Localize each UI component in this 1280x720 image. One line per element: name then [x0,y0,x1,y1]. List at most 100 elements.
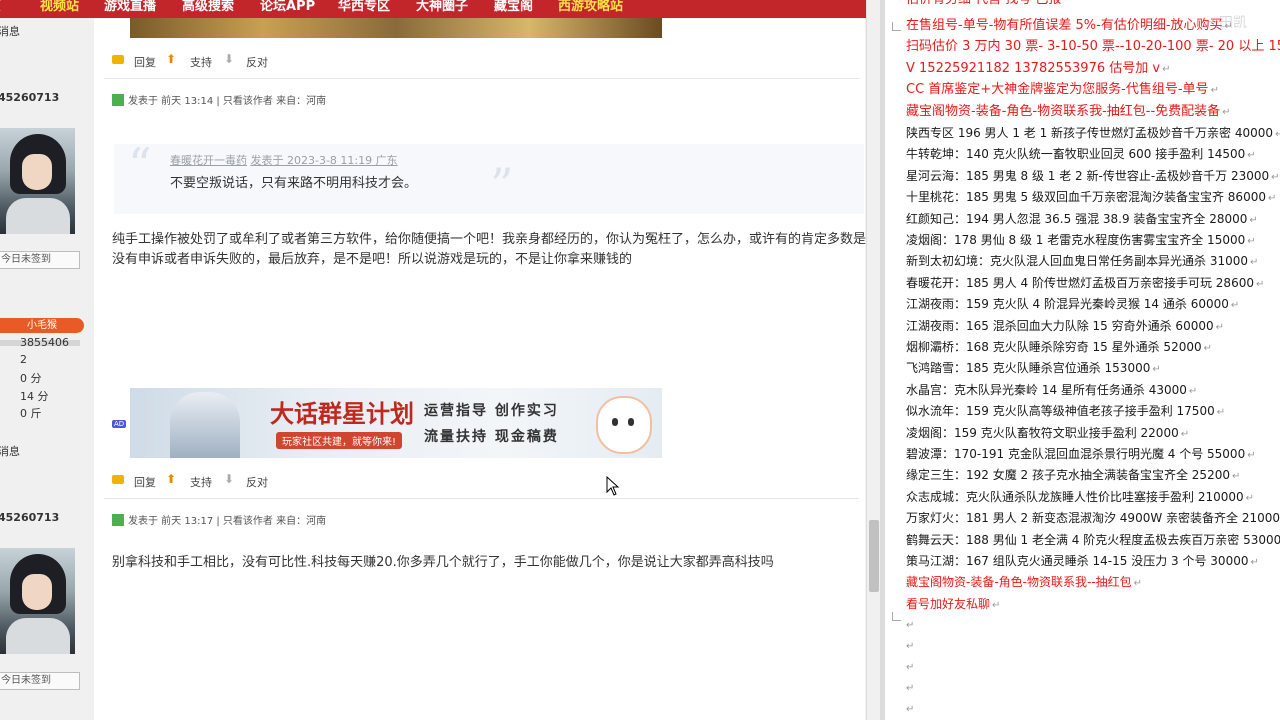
doc-line: CC 首席鉴定+大神金牌鉴定为您服务-代售组号-单号 ↵ [906,80,1219,101]
ad-character-image [170,392,240,458]
arrow-down-icon[interactable]: ⬇ [224,472,234,486]
post-meta: 发表于 前天 13:14 | 只看该作者 来自：河南 [112,92,326,107]
nav-item-cangbaoge[interactable]: 藏宝阁 [494,0,533,14]
arrow-down-icon[interactable]: ⬇ [224,52,234,66]
paragraph-mark: ↵ [1247,236,1256,247]
user-stat-points: 3855406 [20,336,69,349]
post-body: 纯手工操作被处罚了或牟利了或者第三方软件，给你随便搞一个吧！我亲身都经历的，你认… [112,232,867,267]
doc-line-text: 藏宝阁物资-装备-角色-物资联系我-抽红包--免费配装备 [906,103,1221,119]
paragraph-mark: ↵ [1255,278,1265,290]
doc-line-text: 扫码估价 3 万内 30 票- 3-10-50 票--10-20-100 票- … [906,39,1280,55]
doc-line-text: 藏宝阁物资-装备-角色-物资联系我--抽红包 [906,575,1132,590]
checkin-button[interactable]: 今日未签到 [0,672,80,690]
doc-line: 扫码估价 3 万内 30 票- 3-10-50 票--10-20-100 票- … [906,37,1280,58]
quote-date[interactable]: 发表于 2023-3-8 11:19 广东 [251,154,398,167]
arrow-up-icon[interactable]: ⬆ [166,472,176,486]
doc-line-text: 万家灯火：181 男人 2 新变态混淑淘汐 4900W 亲密装备齐全 21000… [906,511,1280,526]
nav-item-search[interactable]: 高级搜索 [182,0,234,14]
quote-block: “ 春暖花开一毒药 发表于 2023-3-8 11:19 广东 不要空叛说话，只… [114,138,864,214]
message-link[interactable]: 消息 [0,443,20,459]
doc-line: 在售组号-单号-物有所值误差 5%-有估价明细-放心购买 ↵ [906,16,1233,37]
nav-item-home[interactable]: 页 [0,0,1,14]
doc-line-text: 星河云海：185 男鬼 8 级 1 老 2 新-传世容止-孟极妙音千万 2300… [906,168,1270,183]
doc-line: 春暖花开：185 男人 4 阶传世燃灯孟极百万亲密接手可玩 28600 ↵ [906,273,1264,295]
doc-line: 凌烟阁：159 克火队畜牧符文职业接手盈利 22000 ↵ [906,423,1189,445]
paragraph-mark: ↵ [1247,150,1256,162]
post-action-bar: 回复 ⬆ 支持 ⬇ 反对 [112,52,312,70]
support-label[interactable]: 支持 [190,474,212,490]
nav-item-app[interactable]: 论坛APP [260,0,315,14]
paragraph-mark: ↵ [906,620,915,631]
top-banner-image[interactable] [130,18,662,38]
arrow-up-icon[interactable]: ⬆ [166,52,176,66]
doc-line: 红颜知己：194 男人忽混 36.5 强混 38.9 装备宝宝齐全 28000 ↵ [906,209,1258,231]
paragraph-mark: ↵ [906,641,915,652]
reply-label[interactable]: 回复 [134,474,156,490]
quote-close-icon: ” [490,158,514,212]
avatar[interactable] [0,128,75,234]
paragraph-mark: ↵ [1250,557,1259,568]
paragraph-mark: ↵ [1230,300,1240,312]
support-label[interactable]: 支持 [190,54,212,70]
doc-header-line: 估价有劳细 代售 找号 已报 [906,0,1061,10]
paragraph-mark: ↵ [1222,106,1231,118]
doc-line: 江湖夜雨：159 克火队 4 阶混异光秦岭灵猴 14 通杀 60000 ↵ [906,294,1239,316]
vertical-scrollbar[interactable] [866,0,880,720]
nav-item-live[interactable]: 游戏直播 [104,0,156,14]
doc-line: 看号加好友私聊 ↵ [906,594,1000,616]
user-stat-credit: 0 分 [20,372,42,385]
message-link[interactable]: 消息 [0,23,20,39]
nav-item-guide[interactable]: 西游攻略站 [558,0,623,14]
user-uid: 45260713 [0,91,60,104]
scrollbar-thumb[interactable] [869,520,879,592]
doc-line: 策马江湖：167 组队克火通灵睡杀 14-15 没压力 3 个号 30000 ↵ [906,551,1259,573]
paragraph-mark: ↵ [1249,214,1258,226]
doc-line: 星河云海：185 男鬼 8 级 1 老 2 新-传世容止-孟极妙音千万 2300… [906,166,1280,188]
ad-mascot-image [596,396,652,454]
doc-line-text: 策马江湖：167 组队克火通灵睡杀 14-15 没压力 3 个号 30000 [906,554,1249,568]
doc-line: 藏宝阁物资-装备-角色-物资联系我--抽红包 ↵ [906,572,1142,594]
doc-line: 水晶宫：克木队异光秦岭 14 星所有任务通杀 43000 ↵ [906,380,1197,402]
doc-line: 牛转乾坤：140 克火队统一畜牧职业回灵 600 接手盈利 14500 ↵ [906,144,1256,166]
paragraph-mark: ↵ [1152,364,1161,376]
nav-item-circle[interactable]: 大神圈子 [416,0,468,14]
forum-pane: 页 视频站 游戏直播 高级搜索 论坛APP 华西专区 大神圈子 藏宝阁 西游攻略… [0,0,880,720]
reply-action[interactable] [112,474,124,487]
oppose-label[interactable]: 反对 [246,54,268,70]
paragraph-mark: ↵ [1231,471,1241,483]
oppose-label[interactable]: 反对 [246,474,268,490]
ad-tag: AD [112,420,127,428]
post-action-bar: 回复 ⬆ 支持 ⬇ 反对 [112,472,312,490]
doc-line-text: 缘定三生：192 女魔 2 孩子克水抽全满装备宝宝齐全 25200 [906,468,1230,483]
doc-line: 万家灯火：181 男人 2 新变态混淑淘汐 4900W 亲密装备齐全 21000… [906,508,1280,530]
doc-line-text: 江湖夜雨：159 克火队 4 阶混异光秦岭灵猴 14 通杀 60000 [906,297,1229,312]
nav-item-zone[interactable]: 华西专区 [338,0,390,14]
doc-line-text: V 15225921182 13782553976 估号加 v [906,60,1161,76]
quote-author-link[interactable]: 春暖花开一毒药 [170,154,247,167]
post-meta-text: 发表于 前天 13:17 | 只看该作者 来自：河南 [128,516,327,527]
paragraph-mark: ↵ [1133,578,1143,590]
paragraph-mark: ↵ [1224,21,1233,32]
doc-line-text: 春暖花开：185 男人 4 阶传世燃灯孟极百万亲密接手可玩 28600 [906,275,1254,290]
checkin-button[interactable]: 今日未签到 [0,251,80,269]
ad-slogan: 流量扶持 现金稿费 [424,429,559,445]
doc-line: 众志成城：克火队通杀队龙族睡人性价比哇塞接手盈利 210000 ↵ [906,487,1254,509]
online-status-icon [112,94,124,106]
reply-label[interactable]: 回复 [134,54,156,70]
quote-header: 春暖花开一毒药 发表于 2023-3-8 11:19 广东 [170,152,398,168]
paragraph-mark: ↵ [1267,193,1277,205]
doc-line: 缘定三生：192 女魔 2 孩子克水抽全满装备宝宝齐全 25200 ↵ [906,465,1240,487]
doc-line: 藏宝阁物资-装备-角色-物资联系我-抽红包--免费配装备 ↵ [906,102,1231,123]
doc-line-text: 水晶宫：克木队异光秦岭 14 星所有任务通杀 43000 [906,382,1187,397]
doc-line: 似水流年：159 克火队高等级神值老孩子接手盈利 17500 ↵ [906,401,1225,423]
doc-line-text: 似水流年：159 克火队高等级神值老孩子接手盈利 17500 [906,404,1215,419]
avatar[interactable] [0,548,75,654]
nav-item-video[interactable]: 视频站 [40,0,79,14]
user-stat-score: 14 分 [20,390,49,403]
reply-action[interactable] [112,54,124,67]
doc-line: 鹤舞云天：188 男仙 1 老全满 4 阶克火程度孟极去疾百万亲密 53000↵ [906,530,1280,552]
ad-banner[interactable]: 大话群星计划 玩家社区共建，就等你来! 运营指导 创作实习 流量扶持 现金稿费 [130,388,662,458]
reply-icon [112,475,124,484]
doc-line-text: 牛转乾坤：140 克火队统一畜牧职业回灵 600 接手盈利 14500 [906,147,1246,162]
author-sidebar: 消息 45260713 今日未签到 小毛猴 3855406 2 0 分 14 分… [0,18,95,720]
